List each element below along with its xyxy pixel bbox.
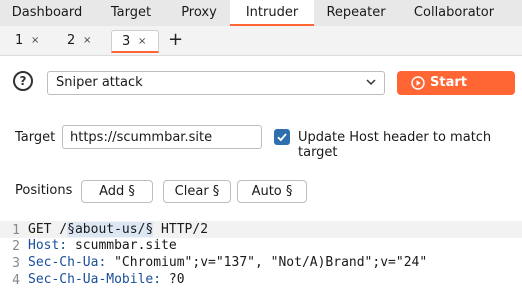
request-protocol: HTTP/2 <box>153 222 209 237</box>
auto-marker-button[interactable]: Auto § <box>237 180 307 203</box>
start-attack-button[interactable]: Start attack <box>397 71 515 114</box>
line-number: 2 <box>12 239 20 254</box>
line-number: 4 <box>12 273 20 288</box>
close-icon[interactable]: × <box>138 31 146 53</box>
header-key: Sec-Ch-Ua-Mobile: <box>28 272 162 287</box>
update-host-checkbox[interactable] <box>274 129 290 145</box>
line-number: 3 <box>12 256 20 271</box>
start-attack-label: Start attack <box>430 75 477 114</box>
subtab-1[interactable]: 1 × <box>15 30 45 52</box>
header-value: scummbar.site <box>67 238 177 253</box>
header-value: "Chromium";v="137", "Not/A)Brand";v="24" <box>106 255 428 270</box>
header-line: Host: scummbar.site <box>28 238 177 253</box>
tab-collaborator[interactable]: Collaborator <box>398 0 510 26</box>
tab-repeater[interactable]: Repeater <box>314 0 398 26</box>
request-line: GET /§about-us/§ HTTP/2 <box>28 222 208 237</box>
header-line: Sec-Ch-Ua: "Chromium";v="137", "Not/A)Br… <box>28 255 427 270</box>
tab-intruder[interactable]: Intruder <box>230 0 314 26</box>
tab-proxy[interactable]: Proxy <box>168 0 230 26</box>
main-tab-bar: Dashboard Target Proxy Intruder Repeater… <box>0 0 522 26</box>
header-line: Sec-Ch-Ua-Mobile: ?0 <box>28 272 185 287</box>
update-host-label: Update Host header to match target <box>298 130 492 160</box>
header-key: Host: <box>28 238 68 253</box>
positions-label: Positions <box>15 183 73 198</box>
tab-dashboard[interactable]: Dashboard <box>0 0 94 26</box>
tab-target[interactable]: Target <box>94 0 168 26</box>
subtab-label: 2 <box>67 33 76 48</box>
subtab-label: 3 <box>122 34 131 49</box>
line-number: 1 <box>12 223 20 238</box>
attack-type-value: Sniper attack <box>56 75 143 90</box>
header-key: Sec-Ch-Ua: <box>28 255 107 270</box>
request-editor[interactable]: 1 2 3 4 GET /§about-us/§ HTTP/2 Host: sc… <box>0 221 522 290</box>
chevron-down-icon <box>366 79 376 86</box>
close-icon[interactable]: × <box>31 30 39 52</box>
subtab-2[interactable]: 2 × <box>67 30 97 52</box>
attack-type-select[interactable]: Sniper attack <box>47 71 385 95</box>
new-tab-button[interactable]: + <box>168 31 183 49</box>
play-icon <box>411 76 425 90</box>
check-icon <box>277 133 287 142</box>
payload-position-marker[interactable]: §about-us/§ <box>67 222 154 237</box>
close-icon[interactable]: × <box>83 30 91 52</box>
subtab-label: 1 <box>15 33 24 48</box>
clear-marker-button[interactable]: Clear § <box>163 180 231 203</box>
subtab-3[interactable]: 3 × <box>111 30 159 53</box>
target-label: Target <box>15 130 56 145</box>
add-marker-button[interactable]: Add § <box>81 180 153 203</box>
help-icon[interactable]: ? <box>13 71 33 91</box>
header-value: ?0 <box>161 272 185 287</box>
target-url-input[interactable] <box>62 125 262 149</box>
request-method: GET / <box>28 222 68 237</box>
